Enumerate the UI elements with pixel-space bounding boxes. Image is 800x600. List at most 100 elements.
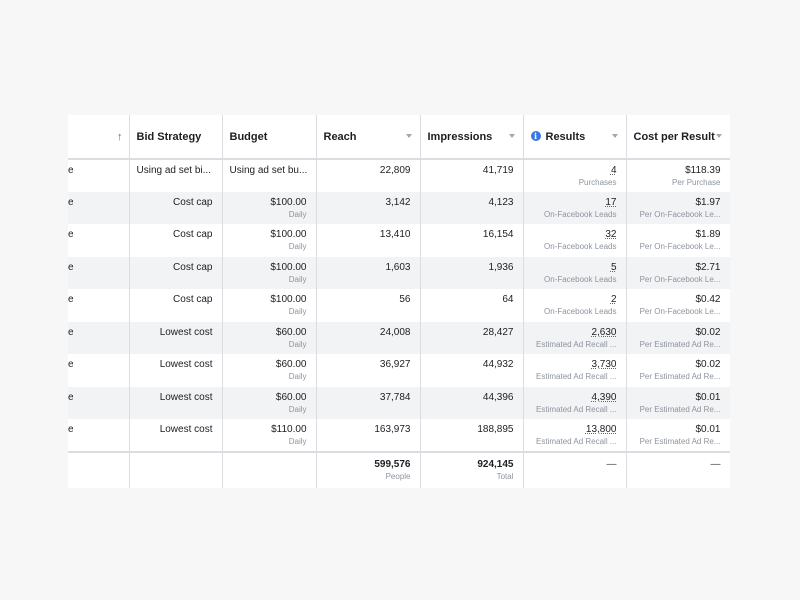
impressions-cell: 16,154 [420, 224, 524, 257]
ad-name-cell[interactable]: e [68, 191, 130, 224]
bid-strategy-value: Lowest cost [159, 359, 213, 370]
budget-value[interactable]: $100.00 [223, 192, 306, 209]
budget-value[interactable]: $100.00 [223, 289, 306, 306]
ad-name-cell[interactable]: e [68, 386, 130, 419]
caret-down-icon[interactable] [508, 134, 515, 138]
budget-cell[interactable]: $60.00 Daily [222, 321, 317, 354]
header-impressions-label: Impressions [427, 130, 493, 143]
results-cell: 13,800 Estimated Ad Recall ... [523, 419, 627, 452]
results-value[interactable]: 2 [611, 294, 617, 305]
impressions-value: 16,154 [482, 229, 514, 240]
ad-name-cell[interactable]: e [68, 419, 130, 452]
impressions-value: 41,719 [482, 165, 514, 176]
results-value[interactable]: 4,390 [591, 392, 616, 403]
cost-per-result-type: Per Purchase [672, 178, 721, 187]
campaign-table: ↑ Bid Strategy Budget Reach Impressions … [68, 115, 730, 488]
results-value[interactable]: 32 [605, 229, 616, 240]
budget-cell[interactable]: $100.00 Daily [222, 289, 317, 322]
results-cell: 2 On-Facebook Leads [523, 289, 627, 322]
results-value[interactable]: 4 [611, 165, 617, 176]
cost-per-result-type: Per Estimated Ad Re... [639, 339, 721, 349]
cost-per-result-type: Per Estimated Ad Re... [639, 404, 721, 414]
budget-value[interactable]: $60.00 [223, 354, 307, 371]
ad-name-cell[interactable]: e [68, 289, 130, 322]
results-cell: 4 Purchases [523, 159, 627, 192]
budget-cell[interactable]: $100.00 Daily [222, 256, 317, 289]
impressions-value: 188,895 [477, 424, 514, 435]
cost-per-result-value: $118.39 [685, 165, 721, 176]
results-type: Estimated Ad Recall ... [536, 339, 617, 349]
header-cost-per-result[interactable]: Cost per Result [626, 115, 730, 160]
cost-per-result-value: $0.02 [695, 359, 721, 370]
budget-value[interactable]: $60.00 [223, 322, 307, 339]
results-type: On-Facebook Leads [544, 274, 617, 284]
impressions-value: 64 [502, 294, 514, 305]
ad-name[interactable]: e [68, 224, 129, 241]
budget-cell[interactable]: $110.00 Daily [222, 419, 317, 452]
table-row[interactable]: e Lowest cost $60.00 Daily 36,927 44,932 3,730… [68, 354, 730, 387]
budget-cell[interactable]: Using ad set bu... [222, 159, 317, 192]
results-value[interactable]: 17 [605, 197, 616, 208]
budget-value[interactable]: $110.00 [223, 419, 306, 436]
ad-name-cell[interactable]: e [68, 256, 130, 289]
table-row[interactable]: e Using ad set bi... Using ad set bu... 22,… [68, 159, 730, 192]
caret-down-icon[interactable] [405, 134, 412, 138]
reach-cell: 37,784 [316, 386, 421, 419]
reach-cell: 3,142 [316, 191, 421, 224]
results-value[interactable]: 2,630 [591, 327, 616, 338]
ad-name[interactable]: e [68, 354, 129, 371]
bid-strategy-value: Lowest cost [159, 326, 213, 338]
cost-per-result-value: $1.89 [695, 229, 721, 240]
header-reach[interactable]: Reach [316, 115, 421, 160]
table-row[interactable]: e Lowest cost $110.00 Daily 163,973 188,895 13… [68, 419, 730, 452]
ad-name[interactable]: e [68, 192, 129, 209]
header-impressions[interactable]: Impressions [420, 115, 524, 160]
budget-value[interactable]: Using ad set bu... [230, 160, 316, 177]
table-row[interactable]: e Cost cap $100.00 Daily 13,410 16,154 32 On-Fa… [68, 224, 730, 257]
bid-strategy-value: Cost cap [173, 261, 213, 273]
ad-name[interactable]: e [68, 257, 129, 274]
budget-cell[interactable]: $100.00 Daily [222, 224, 317, 257]
table-row[interactable]: e Lowest cost $60.00 Daily 37,784 44,396 4,390… [68, 386, 730, 419]
budget-value[interactable]: $100.00 [223, 224, 306, 241]
reach-cell: 36,927 [316, 354, 421, 387]
info-icon[interactable]: i [530, 130, 541, 141]
budget-cell[interactable]: $60.00 Daily [222, 386, 317, 419]
table-row[interactable]: e Lowest cost $60.00 Daily 24,008 28,427 2,630… [68, 321, 730, 354]
caret-down-icon[interactable] [611, 134, 618, 138]
reach-value: 22,809 [379, 165, 411, 176]
ad-name[interactable]: e [68, 289, 129, 306]
results-value[interactable]: 13,800 [586, 424, 617, 435]
header-results[interactable]: i Results [523, 115, 627, 160]
results-value[interactable]: 3,730 [591, 359, 616, 370]
caret-down-icon[interactable] [715, 134, 722, 138]
budget-cell[interactable]: $60.00 Daily [222, 354, 317, 387]
budget-period: Daily [288, 404, 307, 414]
ad-name[interactable]: e [68, 387, 129, 404]
budget-value[interactable]: $60.00 [223, 387, 307, 404]
cost-per-result-cell: $0.02 Per Estimated Ad Re... [626, 321, 730, 354]
reach-cell: 13,410 [316, 224, 421, 257]
ad-name[interactable]: e [68, 160, 129, 177]
results-type: On-Facebook Leads [544, 209, 617, 219]
budget-cell[interactable]: $100.00 Daily [222, 191, 317, 224]
header-budget-label: Budget [229, 130, 268, 143]
table-row[interactable]: e Cost cap $100.00 Daily 3,142 4,123 17 On-Face… [68, 191, 730, 224]
table-row[interactable]: e Cost cap $100.00 Daily 1,603 1,936 5 On-Faceb… [68, 256, 730, 289]
header-budget[interactable]: Budget [222, 115, 317, 160]
budget-value[interactable]: $100.00 [223, 257, 306, 274]
ad-name-cell[interactable]: e [68, 354, 130, 387]
totals-reach: 599,576 People [316, 450, 421, 488]
bid-strategy-cell: Lowest cost [129, 354, 223, 387]
ad-name-cell[interactable]: e [68, 224, 130, 257]
table-row[interactable]: e Cost cap $100.00 Daily 56 64 2 On-Facebook Le… [68, 289, 730, 322]
results-value[interactable]: 5 [611, 262, 617, 273]
ad-name-cell[interactable]: e [68, 159, 130, 192]
header-bid-strategy[interactable]: Bid Strategy [129, 115, 223, 160]
sorted-column-header[interactable]: ↑ [68, 115, 130, 160]
reach-value: 1,603 [385, 261, 411, 273]
ad-name[interactable]: e [68, 419, 129, 436]
ad-name[interactable]: e [68, 322, 129, 339]
sort-arrow-up-icon[interactable]: ↑ [117, 131, 123, 143]
ad-name-cell[interactable]: e [68, 321, 130, 354]
